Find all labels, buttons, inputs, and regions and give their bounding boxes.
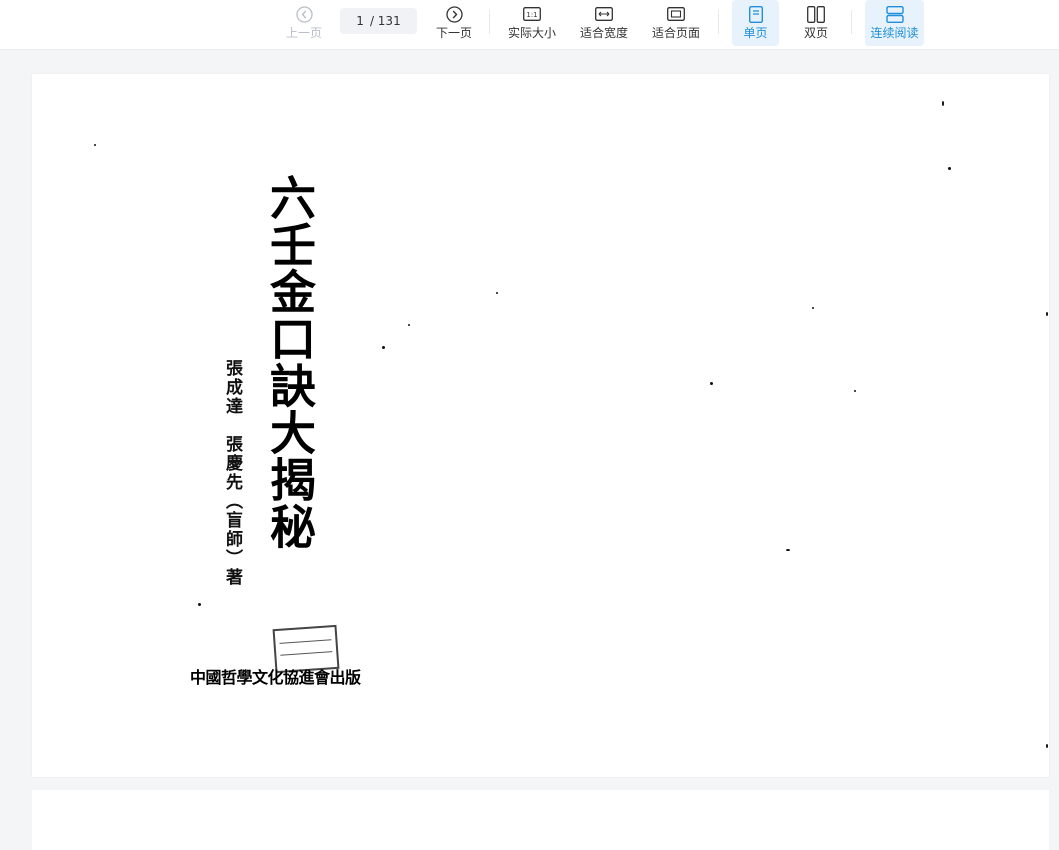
scan-speck (496, 292, 498, 294)
scan-speck (710, 382, 713, 385)
document-page: 六壬金口訣大揭秘 張成達 張慶先（盲師）著 中國哲學文化協進會出版 (32, 74, 1049, 777)
scan-speck (1046, 312, 1048, 316)
scan-speck (382, 346, 385, 349)
document-viewport[interactable]: 六壬金口訣大揭秘 張成達 張慶先（盲師）著 中國哲學文化協進會出版 (0, 50, 1059, 850)
scan-speck (854, 390, 856, 392)
book-publisher: 中國哲學文化協進會出版 (190, 668, 361, 687)
single-page-label: 单页 (743, 26, 768, 40)
svg-text:1:1: 1:1 (526, 11, 537, 19)
continuous-reading-button[interactable]: 连续阅读 (865, 0, 924, 46)
scan-speck (408, 324, 410, 326)
page-total: / 131 (369, 14, 401, 28)
fit-width-label: 适合宽度 (579, 26, 628, 40)
scan-speck (198, 603, 201, 606)
prev-page-button[interactable]: 上一页 (283, 0, 325, 46)
toolbar-divider (489, 10, 490, 34)
fit-page-label: 适合页面 (651, 26, 700, 40)
next-document-page (32, 790, 1049, 850)
scan-speck (812, 307, 814, 309)
double-page-icon (807, 5, 825, 23)
single-page-button[interactable]: 单页 (732, 0, 779, 46)
chevron-right-circle-icon (445, 5, 463, 23)
page-indicator[interactable]: 1 / 131 (340, 8, 417, 34)
actual-size-button[interactable]: 1:1 实际大小 (505, 0, 559, 46)
actual-size-icon: 1:1 (523, 6, 541, 22)
book-title: 六壬金口訣大揭秘 (263, 174, 317, 550)
book-authors: 張成達 張慶先（盲師）著 (222, 359, 242, 587)
toolbar-divider (851, 10, 852, 34)
chevron-left-circle-icon (295, 5, 313, 23)
double-page-label: 双页 (803, 26, 828, 40)
toolbar-divider (718, 10, 719, 34)
next-page-button[interactable]: 下一页 (433, 0, 475, 46)
fit-page-icon (667, 6, 685, 22)
fit-width-icon (595, 6, 613, 22)
continuous-reading-label: 连续阅读 (870, 26, 919, 40)
scan-speck (942, 101, 944, 106)
scan-speck (1046, 744, 1048, 748)
scan-speck (948, 167, 951, 170)
fit-page-button[interactable]: 适合页面 (649, 0, 703, 46)
double-page-button[interactable]: 双页 (794, 0, 838, 46)
next-page-label: 下一页 (435, 26, 472, 40)
continuous-reading-icon (885, 5, 904, 23)
viewer-toolbar: 上一页 1 / 131 下一页 1:1 实际大小 适合宽度 适合页面 单页 双页… (0, 0, 1059, 50)
prev-page-label: 上一页 (285, 26, 322, 40)
single-page-icon (748, 5, 763, 23)
actual-size-label: 实际大小 (507, 26, 556, 40)
scan-speck (786, 549, 790, 551)
fit-width-button[interactable]: 适合宽度 (577, 0, 631, 46)
current-page-input[interactable]: 1 (356, 14, 364, 28)
scan-speck (94, 144, 96, 146)
